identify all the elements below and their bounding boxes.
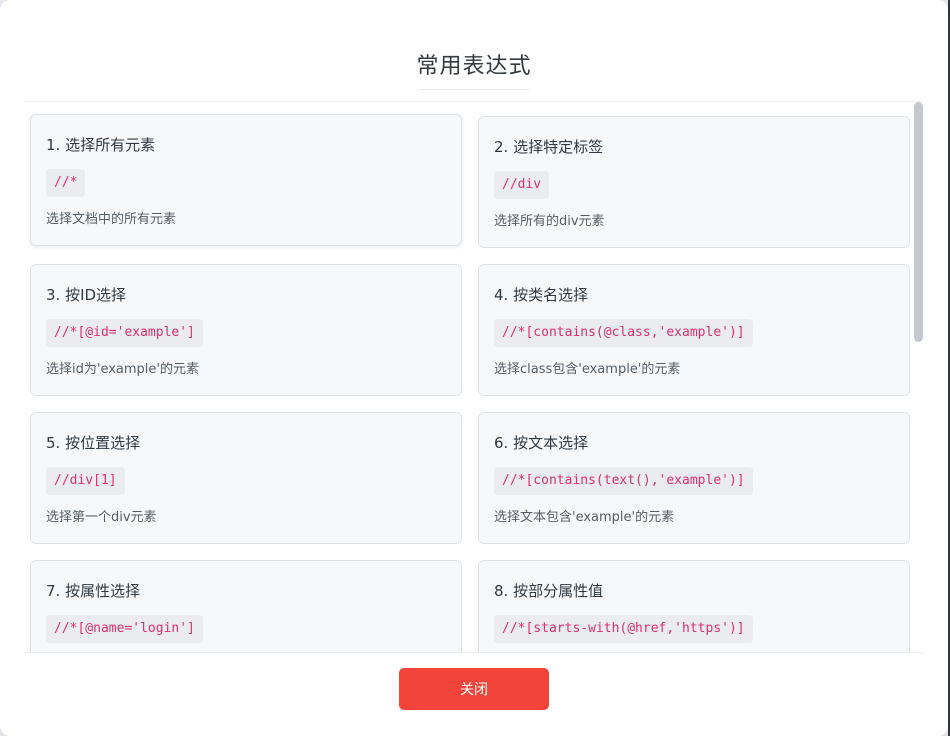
expression-card-8[interactable]: 8. 按部分属性值 //*[starts-with(@href,'https')… [478, 560, 910, 652]
expression-desc: 选择文档中的所有元素 [46, 212, 177, 227]
dialog-title: 常用表达式 [416, 54, 532, 79]
footer-divider [24, 652, 924, 653]
expression-desc: 选择文本包含'example'的元素 [494, 510, 675, 525]
list-scrollbar[interactable] [914, 102, 923, 342]
expressions-list[interactable]: 1. 选择所有元素 //* 选择文档中的所有元素 2. 选择特定标签 //div… [24, 102, 924, 652]
close-button[interactable]: 关闭 [399, 668, 549, 710]
expression-card-2[interactable]: 2. 选择特定标签 //div 选择所有的div元素 [478, 116, 910, 248]
expression-card-3[interactable]: 3. 按ID选择 //*[@id='example'] 选择id为'exampl… [30, 264, 462, 396]
expression-desc: 选择第一个div元素 [46, 510, 157, 525]
expression-title: 8. 按部分属性值 [494, 582, 604, 600]
expression-card-1[interactable]: 1. 选择所有元素 //* 选择文档中的所有元素 [30, 114, 462, 246]
expression-title: 4. 按类名选择 [494, 286, 589, 304]
title-underline [419, 89, 529, 90]
expression-desc: 选择所有的div元素 [494, 214, 605, 229]
expression-card-5[interactable]: 5. 按位置选择 //div[1] 选择第一个div元素 [30, 412, 462, 544]
expression-code[interactable]: //div [494, 171, 550, 199]
expression-code[interactable]: //*[@id='example'] [46, 319, 203, 347]
expression-desc: 选择class包含'example'的元素 [494, 362, 681, 377]
expression-code[interactable]: //*[@name='login'] [46, 615, 203, 643]
expression-title: 6. 按文本选择 [494, 434, 589, 452]
expression-desc: 选择id为'example'的元素 [46, 362, 199, 377]
expression-code[interactable]: //div[1] [46, 467, 125, 495]
expression-title: 1. 选择所有元素 [46, 136, 156, 154]
expression-code[interactable]: //*[starts-with(@href,'https')] [494, 615, 753, 643]
expression-title: 5. 按位置选择 [46, 434, 141, 452]
expression-code[interactable]: //* [46, 169, 86, 197]
expression-title: 2. 选择特定标签 [494, 138, 604, 156]
expression-card-4[interactable]: 4. 按类名选择 //*[contains(@class,'example')]… [478, 264, 910, 396]
expression-card-6[interactable]: 6. 按文本选择 //*[contains(text(),'example')]… [478, 412, 910, 544]
expression-title: 3. 按ID选择 [46, 286, 127, 304]
dialog-header: 常用表达式 [0, 0, 948, 102]
expression-card-7[interactable]: 7. 按属性选择 //*[@name='login'] [30, 560, 462, 652]
expressions-dialog: 常用表达式 1. 选择所有元素 //* 选择文档中的所有元素 2. 选择特定标签… [0, 0, 948, 736]
expression-title: 7. 按属性选择 [46, 582, 141, 600]
expression-code[interactable]: //*[contains(@class,'example')] [494, 319, 753, 347]
expression-code[interactable]: //*[contains(text(),'example')] [494, 467, 753, 495]
